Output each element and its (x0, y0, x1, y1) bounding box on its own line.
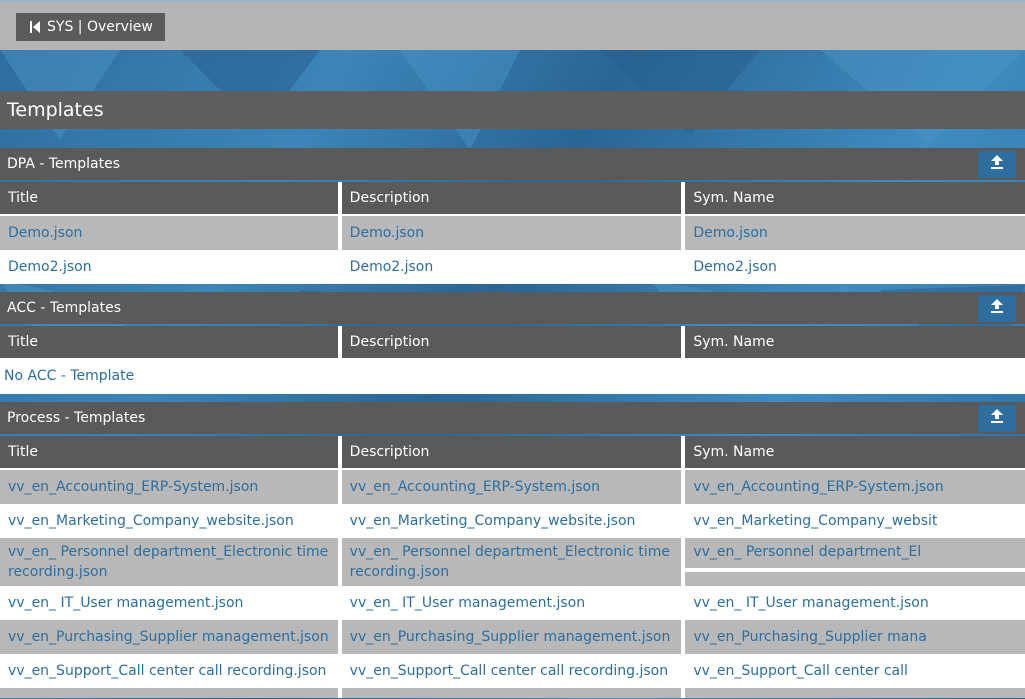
upload-icon (990, 293, 1004, 325)
table-row[interactable]: Demo2.json Demo2.json Demo2.json (0, 250, 1025, 284)
upload-icon (990, 403, 1004, 435)
column-header-sym-name[interactable]: Sym. Name (685, 436, 1025, 468)
cell-sym-name[interactable]: vv_en_Support_Call center call (685, 654, 1025, 688)
process-templates-header: Process - Templates (0, 402, 1025, 434)
table-row[interactable]: vv_en_Marketing_Company_website.json vv_… (0, 504, 1025, 538)
section-title: ACC - Templates (7, 300, 122, 316)
cell-description[interactable]: vv_en_Support_Call center call recording… (341, 654, 682, 688)
table-row[interactable]: vv_en_ IT_User management.json vv_en_ IT… (0, 586, 1025, 620)
acc-upload-button[interactable] (978, 295, 1016, 322)
cell-description[interactable]: vv_en_Purchasing_Supplier management.jso… (341, 620, 682, 654)
table-row[interactable]: Demo.json Demo.json Demo.json (0, 216, 1025, 250)
overview-breadcrumb-button[interactable]: SYS | Overview (16, 13, 165, 41)
cell-sym-name[interactable]: vv_en_ Personnel department_El (685, 538, 1025, 586)
dpa-upload-button[interactable] (978, 151, 1016, 178)
cell-sym-name[interactable]: vv_en_Marketing_Company_websit (685, 504, 1025, 538)
skip-back-icon (30, 21, 40, 33)
breadcrumb-label: SYS | Overview (47, 19, 153, 35)
table-row[interactable]: vv_en_Support_Call center call recording… (0, 654, 1025, 688)
column-header-title[interactable]: Title (0, 436, 338, 468)
table-row[interactable]: vv_en_Purchasing_Supplier management.jso… (0, 620, 1025, 654)
table-header-row: Title Description Sym. Name (0, 436, 1025, 468)
table-row (0, 688, 1025, 698)
cell-description[interactable]: Demo.json (341, 216, 682, 250)
empty-message: No ACC - Template (0, 358, 1025, 394)
cell-description[interactable]: vv_en_Marketing_Company_website.json (341, 504, 682, 538)
acc-templates-header: ACC - Templates (0, 292, 1025, 324)
cell-description[interactable]: vv_en_ IT_User management.json (341, 586, 682, 620)
table-row[interactable]: vv_en_ Personnel department_Electronic t… (0, 538, 1025, 586)
column-header-description[interactable]: Description (341, 436, 682, 468)
top-bar: SYS | Overview (0, 0, 1025, 50)
table-header-row: Title Description Sym. Name (0, 182, 1025, 214)
table-header-row: Title Description Sym. Name (0, 326, 1025, 358)
cell-title[interactable]: vv_en_Marketing_Company_website.json (0, 504, 338, 538)
cell-sym-name[interactable]: vv_en_Accounting_ERP-System.json (685, 470, 1025, 504)
cell-title[interactable]: vv_en_ IT_User management.json (0, 586, 338, 620)
cell-sym-name[interactable]: Demo.json (685, 216, 1025, 250)
table-row[interactable]: vv_en_Accounting_ERP-System.json vv_en_A… (0, 470, 1025, 504)
process-upload-button[interactable] (978, 405, 1016, 432)
cell-title[interactable]: Demo.json (0, 216, 338, 250)
cell-title[interactable]: vv_en_ Personnel department_Electronic t… (0, 538, 338, 586)
cell-sym-name[interactable]: vv_en_Purchasing_Supplier mana (685, 620, 1025, 654)
upload-icon (990, 149, 1004, 181)
cell-sym-name[interactable]: vv_en_ IT_User management.json (685, 586, 1025, 620)
cell-description[interactable]: vv_en_ Personnel department_Electronic t… (341, 538, 682, 586)
dpa-templates-table: Title Description Sym. Name Demo.json De… (0, 182, 1025, 284)
cell-title[interactable]: vv_en_Purchasing_Supplier management.jso… (0, 620, 338, 654)
cell-sym-name[interactable]: Demo2.json (685, 250, 1025, 284)
cell-description[interactable]: vv_en_Accounting_ERP-System.json (341, 470, 682, 504)
cell-title[interactable]: vv_en_Support_Call center call recording… (0, 654, 338, 688)
page-title: Templates (0, 91, 1025, 129)
column-header-description[interactable]: Description (341, 182, 682, 214)
cell-title[interactable]: vv_en_Accounting_ERP-System.json (0, 470, 338, 504)
column-header-description[interactable]: Description (341, 326, 682, 358)
column-header-sym-name[interactable]: Sym. Name (685, 326, 1025, 358)
cell-title[interactable]: Demo2.json (0, 250, 338, 284)
column-header-title[interactable]: Title (0, 182, 338, 214)
process-templates-table: Title Description Sym. Name vv_en_Accoun… (0, 436, 1025, 698)
column-header-title[interactable]: Title (0, 326, 338, 358)
cell-description[interactable]: Demo2.json (341, 250, 682, 284)
section-title: Process - Templates (7, 410, 146, 426)
dpa-templates-header: DPA - Templates (0, 148, 1025, 180)
section-title: DPA - Templates (7, 156, 121, 172)
acc-templates-table: Title Description Sym. Name No ACC - Tem… (0, 326, 1025, 394)
column-header-sym-name[interactable]: Sym. Name (685, 182, 1025, 214)
